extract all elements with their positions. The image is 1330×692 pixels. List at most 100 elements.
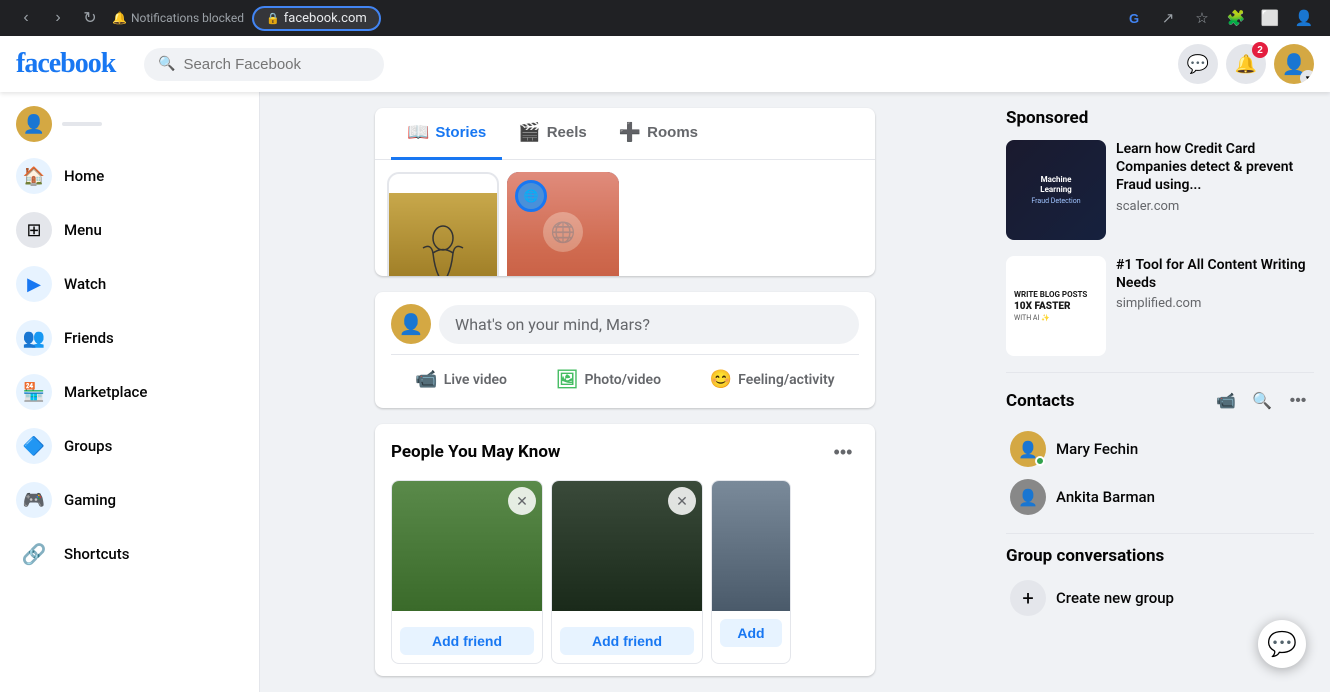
contact-online-dot-mary [1035,456,1045,466]
bell-icon: 🔔 [1235,54,1257,75]
composer-top: 👤 What's on your mind, Mars? [391,304,859,344]
tab-stories-label: Stories [435,124,486,141]
ad-domain-2: simplified.com [1116,296,1314,311]
ad-image-2: WRITE BLOG POSTS 10X FASTER WITH AI ✨ [1006,256,1106,356]
person-close-btn-1[interactable]: ✕ [508,487,536,515]
aashman-story-card[interactable]: 🌐 AASHMAN 🌐 Aashman Foundation [507,172,619,276]
person-photo-1: ✕ [392,481,542,611]
ad-card-2[interactable]: WRITE BLOG POSTS 10X FASTER WITH AI ✨ #1… [1006,256,1314,356]
messenger-button[interactable]: 💬 [1178,44,1218,84]
ad-image-1: MachineLearning Fraud Detection [1006,140,1106,240]
person-close-btn-2[interactable]: ✕ [668,487,696,515]
back-button[interactable]: ‹ [12,4,40,32]
sidebar-item-gaming[interactable]: 🎮 Gaming [8,474,251,526]
tab-reels[interactable]: 🎬 Reels [502,108,602,160]
sidebar-label-home: Home [64,167,104,185]
feeling-button[interactable]: 😊 Feeling/activity [698,363,847,396]
live-video-button[interactable]: 📹 Live video [403,363,519,396]
contact-item-ankita[interactable]: 👤 Ankita Barman [1006,473,1314,521]
people-title: People You May Know [391,442,560,462]
create-group-button[interactable]: + Create new group [1006,574,1314,622]
add-friend-btn-1[interactable]: Add friend [400,627,534,655]
facebook-logo[interactable]: facebook [16,48,136,80]
ad1-text: MachineLearning [1040,175,1072,194]
composer-input[interactable]: What's on your mind, Mars? [439,305,859,344]
sidebar-item-home[interactable]: 🏠 Home [8,150,251,202]
search-input[interactable] [183,56,370,73]
search-contacts-button[interactable]: 🔍 [1246,385,1278,417]
sidebar-item-watch[interactable]: ▶ Watch [8,258,251,310]
google-button[interactable]: G [1120,4,1148,32]
user-avatar-button[interactable]: 👤 ▾ [1274,44,1314,84]
forward-button[interactable]: › [44,4,72,32]
ad-domain-1: scaler.com [1116,199,1314,214]
person-card-1[interactable]: ✕ Add friend [391,480,543,664]
add-friend-btn-2[interactable]: Add friend [560,627,694,655]
people-grid: ✕ Add friend ✕ Ad [391,480,859,664]
sidebar-label-shortcuts: Shortcuts [64,545,129,563]
topnav: facebook 🔍 💬 🔔 2 👤 ▾ [0,36,1330,92]
shortcuts-icon: 🔗 [16,536,52,572]
add-friend-btn-3[interactable]: Add [720,619,782,647]
search-bar[interactable]: 🔍 [144,48,384,81]
notifications-button[interactable]: 🔔 2 [1226,44,1266,84]
sidebar-item-menu[interactable]: ⊞ Menu [8,204,251,256]
sidebar-label-watch: Watch [64,275,106,293]
contacts-more-button[interactable]: ••• [1282,385,1314,417]
person-card-3[interactable]: Add [711,480,791,664]
contact-avatar-mary: 👤 [1010,431,1046,467]
post-composer: 👤 What's on your mind, Mars? 📹 Live vide… [375,292,875,408]
sidebar-label-marketplace: Marketplace [64,383,147,401]
contacts-title: Contacts [1006,391,1074,411]
composer-actions: 📹 Live video 🖼 Photo/video 😊 Feeling/act… [391,363,859,396]
refresh-button[interactable]: ↻ [76,4,104,32]
story-avatar-icon: 🌐 [524,189,539,203]
sidebar: 👤 🏠 Home ⊞ Menu ▶ Watch 👥 Friends 🏪 [0,92,260,692]
bookmark-button[interactable]: ☆ [1188,4,1216,32]
messenger-fab[interactable]: 💬 [1258,620,1306,668]
person-info-3: Add [712,611,790,655]
marketplace-icon: 🏪 [16,374,52,410]
ad1-subtitle: Fraud Detection [1031,197,1080,205]
ad2-highlight: 10X FASTER [1014,301,1071,312]
tab-stories[interactable]: 📖 Stories [391,108,502,160]
video-call-button[interactable]: 📹 [1210,385,1242,417]
sidebar-item-shortcuts[interactable]: 🔗 Shortcuts [8,528,251,580]
home-icon: 🏠 [16,158,52,194]
sidebar-label-groups: Groups [64,437,112,455]
photo-video-button[interactable]: 🖼 Photo/video [544,363,673,396]
notification-badge: 2 [1252,42,1268,58]
person-photo-3 [712,481,791,611]
tab-rooms[interactable]: ➕ Rooms [603,108,714,160]
address-bar[interactable]: 🔒 facebook.com [252,6,381,31]
contact-avatar-ankita: 👤 [1010,479,1046,515]
window-button[interactable]: ⬜ [1256,4,1284,32]
share-button[interactable]: ↗ [1154,4,1182,32]
profile-button[interactable]: 👤 [1290,4,1318,32]
stories-tab-icon: 📖 [407,122,429,143]
ad-card-1[interactable]: MachineLearning Fraud Detection Learn ho… [1006,140,1314,240]
extensions-button[interactable]: 🧩 [1222,4,1250,32]
group-conversations-title: Group conversations [1006,546,1314,566]
ad-content-1: Learn how Credit Card Companies detect &… [1116,140,1314,240]
stories-card: 📖 Stories 🎬 Reels ➕ Rooms [375,108,875,276]
person-card-2[interactable]: ✕ Add friend [551,480,703,664]
create-story-card[interactable]: + Create story [387,172,499,276]
people-you-may-know: People You May Know ••• ✕ Add friend [375,424,875,676]
contact-item-mary[interactable]: 👤 Mary Fechin [1006,425,1314,473]
notification-blocked-text: Notifications blocked [131,11,244,25]
sidebar-item-marketplace[interactable]: 🏪 Marketplace [8,366,251,418]
contact-avatar-icon-mary: 👤 [1018,440,1038,459]
sidebar-item-groups[interactable]: 🔷 Groups [8,420,251,472]
people-more-button[interactable]: ••• [827,436,859,468]
ad-title-1: Learn how Credit Card Companies detect &… [1116,140,1314,195]
sidebar-label-gaming: Gaming [64,491,116,509]
person-info-1: Add friend [392,611,542,663]
ad2-line1: WRITE BLOG POSTS [1014,290,1087,300]
friends-icon: 👥 [16,320,52,356]
sidebar-item-friends[interactable]: 👥 Friends [8,312,251,364]
sidebar-user-profile[interactable]: 👤 [8,100,251,148]
user-name [62,122,102,126]
person-photo-2: ✕ [552,481,702,611]
feeling-icon: 😊 [710,369,732,390]
